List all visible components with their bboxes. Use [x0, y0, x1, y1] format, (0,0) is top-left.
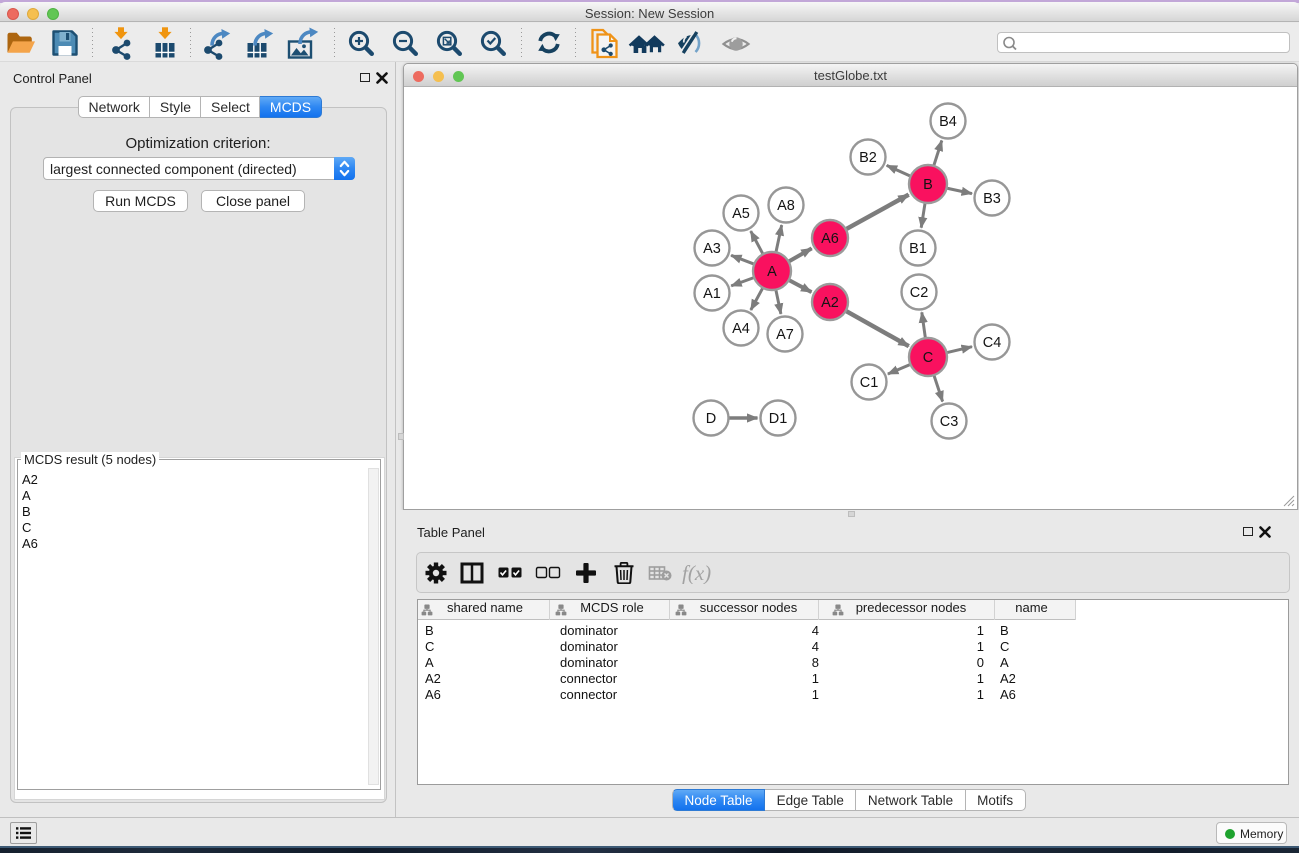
- svg-text:A6: A6: [821, 231, 839, 247]
- svg-text:f(x): f(x): [682, 562, 711, 584]
- svg-text:A2: A2: [821, 295, 839, 311]
- svg-text:D1: D1: [769, 411, 788, 427]
- svg-text:D: D: [706, 411, 716, 427]
- svg-text:C4: C4: [983, 335, 1002, 351]
- svg-text:A: A: [767, 264, 777, 280]
- svg-text:C3: C3: [940, 414, 959, 430]
- svg-text:C2: C2: [910, 285, 929, 301]
- svg-text:B1: B1: [909, 241, 927, 257]
- svg-text:B4: B4: [939, 114, 957, 130]
- svg-text:A7: A7: [776, 327, 794, 343]
- svg-text:A8: A8: [777, 198, 795, 214]
- svg-text:C: C: [923, 350, 933, 366]
- svg-text:B2: B2: [859, 150, 877, 166]
- svg-text:C1: C1: [860, 375, 879, 391]
- svg-text:B3: B3: [983, 191, 1001, 207]
- svg-text:A5: A5: [732, 206, 750, 222]
- svg-text:A1: A1: [703, 286, 721, 302]
- svg-text:B: B: [923, 177, 933, 193]
- svg-text:A4: A4: [732, 321, 750, 337]
- svg-text:A3: A3: [703, 241, 721, 257]
